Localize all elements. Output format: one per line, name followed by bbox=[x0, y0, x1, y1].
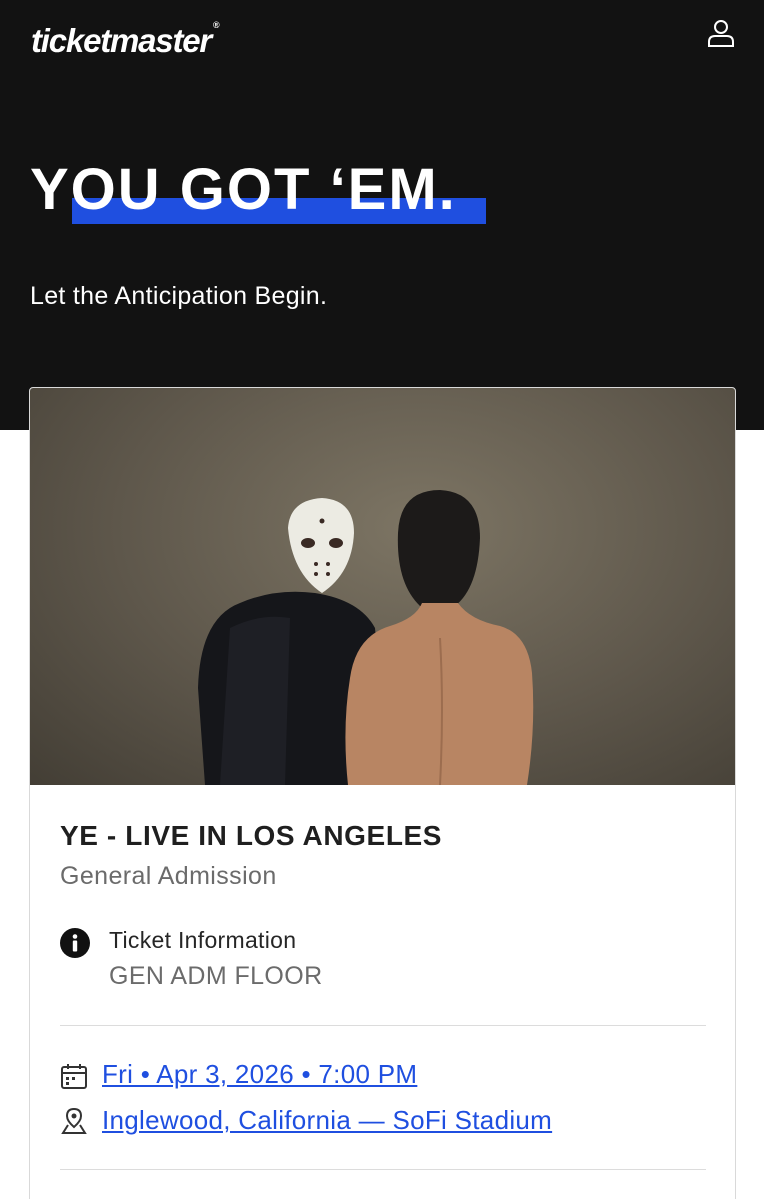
divider bbox=[60, 1169, 706, 1170]
confirmation-header: ticketmaster ® YOU GOT ‘EM. Let the Antic… bbox=[0, 0, 764, 430]
divider bbox=[60, 1025, 706, 1026]
artwork-figures bbox=[198, 490, 534, 785]
page-subtitle: Let the Anticipation Begin. bbox=[30, 282, 328, 310]
event-artwork bbox=[30, 388, 735, 785]
ticket-info-value: GEN ADM FLOOR bbox=[109, 962, 323, 990]
logo-text: ticketmaster bbox=[31, 22, 212, 59]
event-title: YE - LIVE IN LOS ANGELES bbox=[60, 820, 443, 851]
event-date-link[interactable]: Fri • Apr 3, 2026 • 7:00 PM bbox=[102, 1059, 417, 1090]
venue-link[interactable]: Inglewood, California — SoFi Stadium bbox=[102, 1105, 552, 1136]
ticket-info-label: Ticket Information bbox=[109, 927, 297, 953]
registered-mark: ® bbox=[213, 20, 220, 30]
user-icon[interactable] bbox=[706, 18, 736, 48]
ticket-type: General Admission bbox=[60, 862, 277, 890]
calendar-icon bbox=[61, 1064, 87, 1089]
headline-block: YOU GOT ‘EM. bbox=[30, 157, 486, 224]
event-card: YE - LIVE IN LOS ANGELES General Admissi… bbox=[29, 387, 736, 1199]
info-icon bbox=[60, 928, 90, 958]
map-pin-icon bbox=[61, 1107, 87, 1134]
ticketmaster-logo[interactable]: ticketmaster ® bbox=[31, 20, 220, 60]
page-title: YOU GOT ‘EM. bbox=[30, 157, 457, 222]
